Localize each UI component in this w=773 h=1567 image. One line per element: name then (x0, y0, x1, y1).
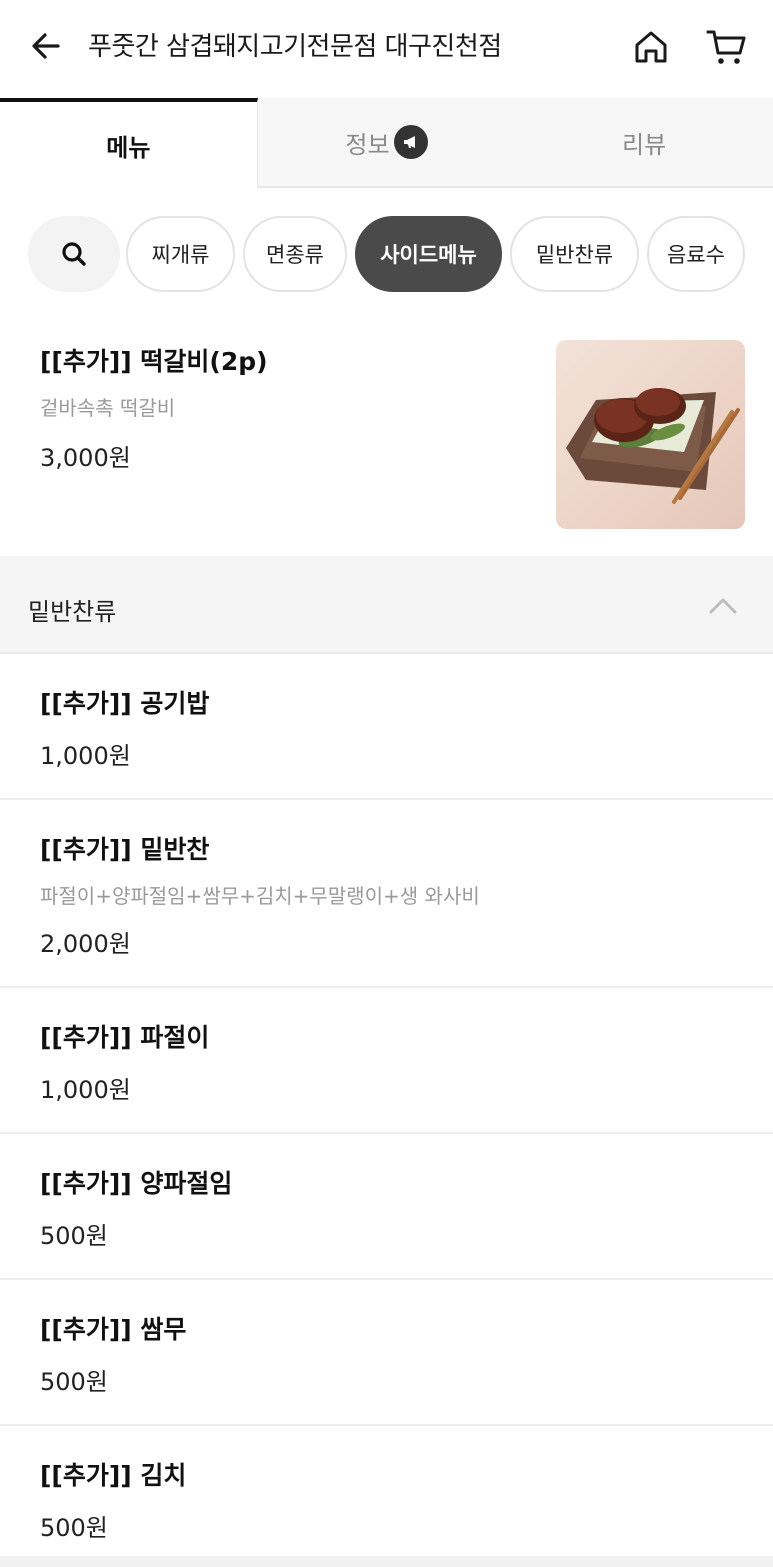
item-name: [[추가]] 쌈무 (40, 1315, 187, 1344)
item-name: [[추가]] 밑반찬 (40, 835, 210, 864)
chip-drinks-label: 음료수 (667, 243, 725, 267)
chip-noodles-label: 면종류 (266, 243, 324, 267)
tab-menu[interactable]: 메뉴 (0, 98, 258, 188)
tab-menu-label: 메뉴 (106, 133, 151, 162)
search-icon (62, 242, 86, 266)
chevron-up-icon[interactable] (706, 590, 740, 620)
category-chips: 찌개류 면종류 사이드메뉴 밑반찬류 음료수 (0, 214, 773, 294)
item-description: 파절이+양파절임+쌈무+김치+무말랭이+생 와사비 (40, 884, 480, 908)
chip-side-menu[interactable]: 사이드메뉴 (355, 216, 502, 292)
cart-icon (706, 30, 746, 64)
item-price: 3,000원 (40, 444, 131, 472)
item-price: 1,000원 (40, 742, 131, 770)
item-price: 1,000원 (40, 1076, 131, 1104)
list-item[interactable]: [[추가]] 양파절임 500원 (0, 1134, 773, 1280)
chip-side-menu-label: 사이드메뉴 (380, 243, 477, 267)
menu-item-tteokgalbi[interactable]: [[추가]] 떡갈비(2p) 겉바속촉 떡갈비 3,000원 (0, 318, 773, 556)
menu-item-list: [[추가]] 공기밥 1,000원 [[추가]] 밑반찬 파절이+양파절임+쌈무… (0, 654, 773, 1556)
food-photo (556, 340, 745, 529)
home-icon (635, 31, 667, 63)
home-button[interactable] (628, 24, 674, 70)
tab-review-label: 리뷰 (622, 130, 667, 159)
back-button[interactable] (24, 24, 68, 68)
megaphone-icon (393, 125, 428, 159)
chip-side-dishes-label: 밑반찬류 (535, 243, 614, 267)
item-name: [[추가]] 떡갈비(2p) (40, 347, 268, 376)
store-title: 푸줏간 삼겹돼지고기전문점 대구진천점 (88, 32, 502, 62)
list-item[interactable]: [[추가]] 파절이 1,000원 (0, 988, 773, 1134)
top-app-bar: 푸줏간 삼겹돼지고기전문점 대구진천점 (0, 0, 773, 92)
section-header-side-dishes[interactable]: 밑반찬류 (0, 556, 773, 654)
list-item[interactable]: [[추가]] 공기밥 1,000원 (0, 654, 773, 800)
bottom-divider (0, 1556, 773, 1567)
chip-side-dishes[interactable]: 밑반찬류 (510, 216, 639, 292)
tab-info[interactable]: 정보 (257, 98, 516, 188)
tab-bar: 메뉴 정보 리뷰 (0, 98, 773, 188)
tab-review[interactable]: 리뷰 (515, 98, 773, 188)
item-description: 겉바속촉 떡갈비 (40, 396, 176, 420)
arrow-left-icon (32, 33, 60, 59)
item-price: 500원 (40, 1368, 108, 1396)
list-item[interactable]: [[추가]] 김치 500원 (0, 1426, 773, 1556)
item-name: [[추가]] 양파절임 (40, 1169, 233, 1198)
list-item[interactable]: [[추가]] 쌈무 500원 (0, 1280, 773, 1426)
chip-stew[interactable]: 찌개류 (126, 216, 235, 292)
cart-button[interactable] (702, 24, 750, 70)
item-name: [[추가]] 공기밥 (40, 689, 210, 718)
tab-info-label: 정보 (345, 130, 390, 159)
item-price: 500원 (40, 1514, 108, 1542)
chip-stew-label: 찌개류 (151, 243, 210, 267)
item-name: [[추가]] 파절이 (40, 1023, 210, 1052)
item-price: 500원 (40, 1222, 108, 1250)
search-button[interactable] (28, 216, 120, 292)
chip-noodles[interactable]: 면종류 (243, 216, 347, 292)
item-name: [[추가]] 김치 (40, 1461, 187, 1490)
list-item[interactable]: [[추가]] 밑반찬 파절이+양파절임+쌈무+김치+무말랭이+생 와사비 2,0… (0, 800, 773, 988)
item-price: 2,000원 (40, 930, 131, 958)
section-title: 밑반찬류 (28, 598, 117, 626)
chip-drinks[interactable]: 음료수 (647, 216, 745, 292)
